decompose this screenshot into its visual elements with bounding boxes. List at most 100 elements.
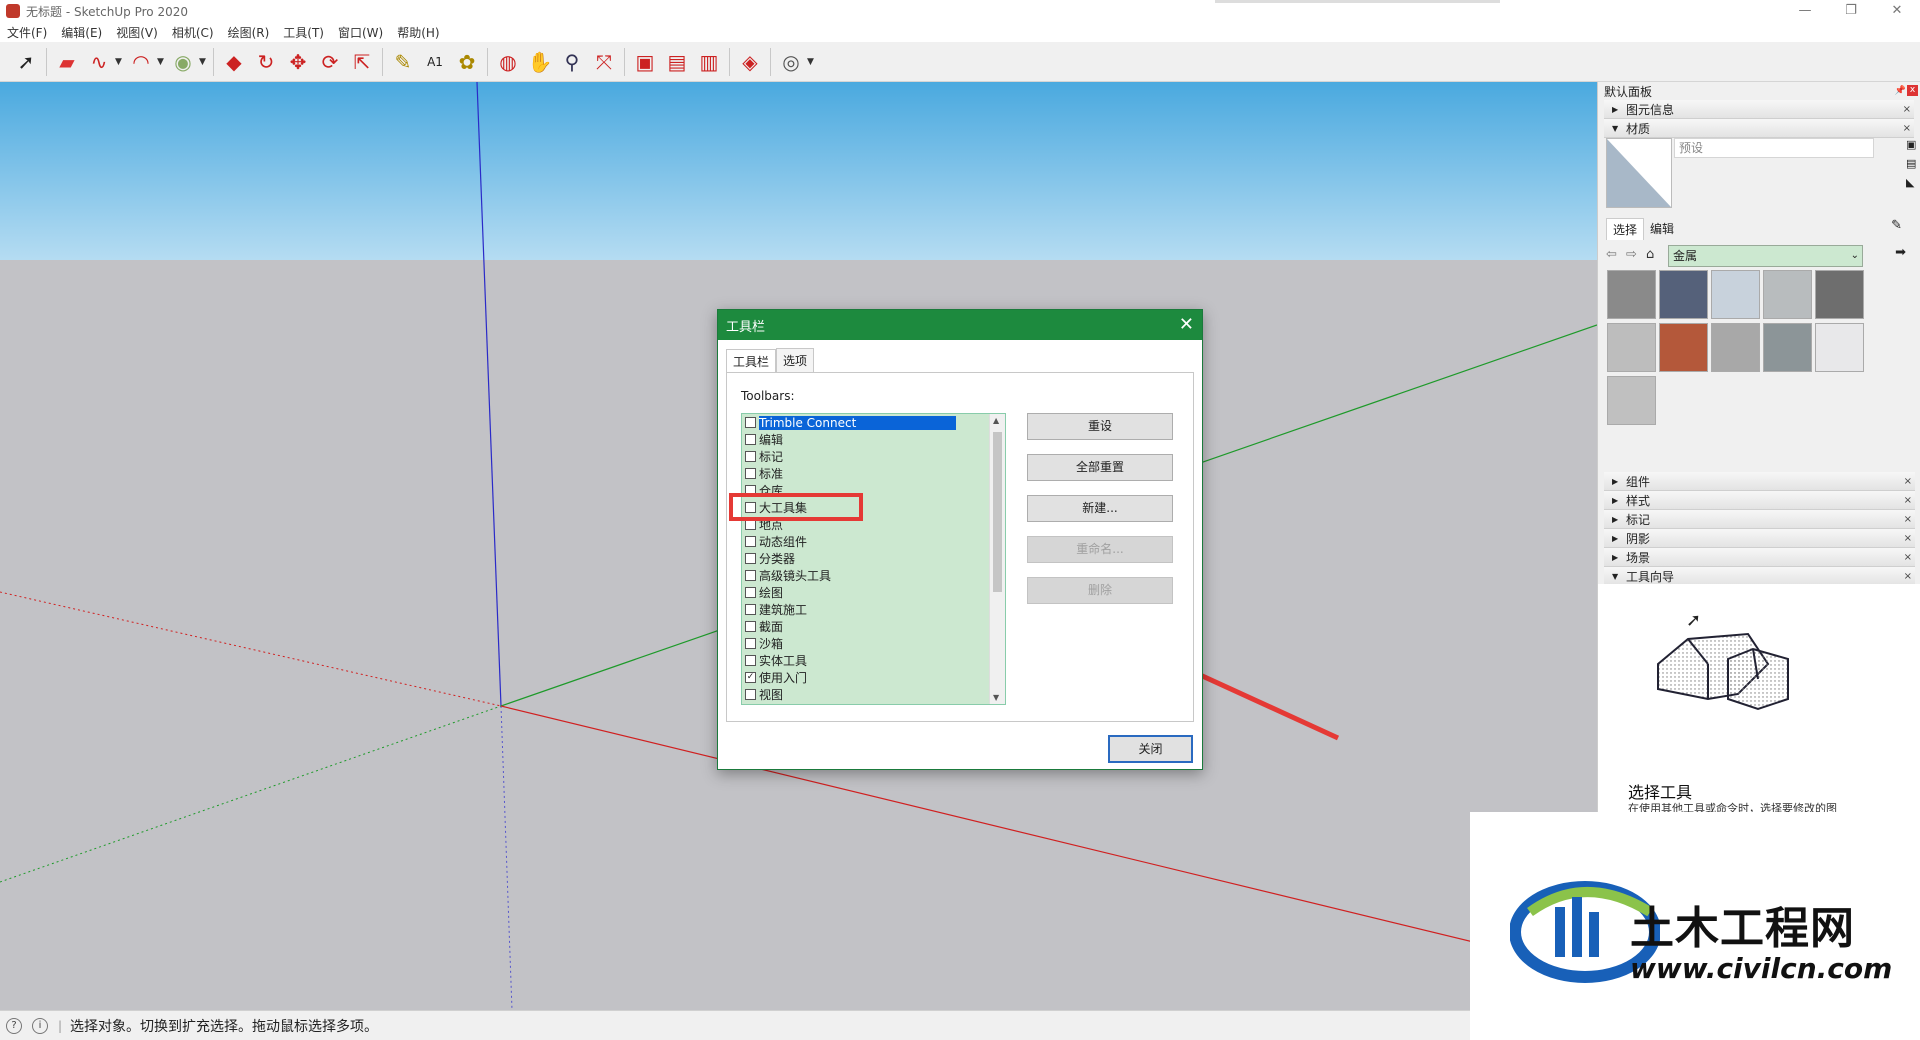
section-close-icon[interactable]: × <box>1904 495 1912 506</box>
toolbar-checkbox[interactable] <box>745 570 756 581</box>
tab-select[interactable]: 选择 <box>1606 218 1645 240</box>
toolbar-checkbox[interactable] <box>745 553 756 564</box>
pushpull-icon[interactable]: ◆ <box>218 46 250 78</box>
toolbar-list-item[interactable]: 标记 <box>742 448 1005 465</box>
section-4[interactable]: ▶ 场景 × <box>1604 548 1915 567</box>
toolbar-checkbox[interactable] <box>745 604 756 615</box>
section-close-icon[interactable]: × <box>1903 123 1911 134</box>
reset-all-button[interactable]: 全部重置 <box>1027 454 1173 481</box>
toolbar-checkbox[interactable] <box>745 638 756 649</box>
material-swatch[interactable] <box>1659 323 1708 372</box>
rename-button[interactable]: 重命名... <box>1027 536 1173 563</box>
material-swatch[interactable] <box>1763 270 1812 319</box>
section-close-icon[interactable]: × <box>1904 552 1912 563</box>
material-preview[interactable] <box>1606 138 1672 208</box>
section-0[interactable]: ▶ 组件 × <box>1604 472 1915 491</box>
scroll-thumb[interactable] <box>993 432 1002 592</box>
close-window-button[interactable]: ✕ <box>1874 0 1920 22</box>
toolbar-list-item[interactable]: 动态组件 <box>742 533 1005 550</box>
account-icon[interactable]: ◎ <box>775 46 807 78</box>
pin-icon[interactable]: 📌 <box>1895 86 1906 96</box>
paint-bucket-icon[interactable]: ✿ <box>451 46 483 78</box>
toolbar-checkbox[interactable] <box>745 655 756 666</box>
menu-window[interactable]: 窗口(W) <box>331 24 390 41</box>
material-swatch[interactable] <box>1711 270 1760 319</box>
freehand-icon[interactable]: ∿ <box>83 46 115 78</box>
menu-edit[interactable]: 编辑(E) <box>54 24 109 41</box>
create-material-icon[interactable]: ▣ <box>1906 138 1920 151</box>
title-search-box[interactable] <box>1215 0 1500 3</box>
new-toolbar-button[interactable]: 新建... <box>1027 495 1173 522</box>
material-swatch[interactable] <box>1815 270 1864 319</box>
section-close-icon[interactable]: × <box>1903 104 1911 115</box>
material-swatch[interactable] <box>1607 376 1656 425</box>
delete-button[interactable]: 删除 <box>1027 577 1173 604</box>
section-close-icon[interactable]: × <box>1904 533 1912 544</box>
orbit-icon[interactable]: ◍ <box>492 46 524 78</box>
list-scrollbar[interactable]: ▲ ▼ <box>989 414 1005 704</box>
section-close-icon[interactable]: × <box>1904 476 1912 487</box>
menu-file[interactable]: 文件(F) <box>0 24 54 41</box>
toolbar-list-item[interactable]: Trimble Connect <box>742 414 1005 431</box>
toolbar-list-item[interactable]: 截面 <box>742 618 1005 635</box>
pan-icon[interactable]: ✋ <box>524 46 556 78</box>
toolbar-checkbox[interactable] <box>745 536 756 547</box>
warehouse-icon[interactable]: ▣ <box>629 46 661 78</box>
section-close-icon[interactable]: × <box>1904 571 1912 582</box>
toolbar-checkbox[interactable] <box>745 689 756 700</box>
dialog-close-icon[interactable]: ✕ <box>1179 314 1194 335</box>
back-icon[interactable]: ⇦ <box>1606 247 1626 262</box>
toolbar-list-item[interactable]: 绘图 <box>742 584 1005 601</box>
section-2[interactable]: ▶ 标记 × <box>1604 510 1915 529</box>
geo-location-icon[interactable]: ? <box>6 1017 22 1034</box>
reset-button[interactable]: 重设 <box>1027 413 1173 440</box>
toolbar-checkbox[interactable] <box>745 451 756 462</box>
select-icon[interactable]: ➚ <box>10 46 42 78</box>
scroll-up-icon[interactable]: ▲ <box>993 416 999 425</box>
toolbars-list[interactable]: Trimble Connect 编辑 标记 标准 仓库 大工具集 地点 动态组件 分类器 高级镜头… <box>741 413 1006 705</box>
layout-icon[interactable]: ▥ <box>693 46 725 78</box>
toolbar-list-item[interactable]: 实体工具 <box>742 652 1005 669</box>
toolbar-list-item[interactable]: 分类器 <box>742 550 1005 567</box>
toolbar-checkbox[interactable]: ✓ <box>745 672 756 683</box>
tab-edit[interactable]: 编辑 <box>1644 218 1680 240</box>
section-3[interactable]: ▶ 阴影 × <box>1604 529 1915 548</box>
eyedropper-icon[interactable]: ✎ <box>1891 218 1902 233</box>
rotate-icon[interactable]: ⟳ <box>314 46 346 78</box>
close-button[interactable]: 关闭 <box>1108 735 1193 763</box>
move-icon[interactable]: ✥ <box>282 46 314 78</box>
material-swatch[interactable] <box>1659 270 1708 319</box>
menu-view[interactable]: 视图(V) <box>109 24 165 41</box>
toolbar-checkbox[interactable] <box>745 434 756 445</box>
library-select[interactable]: 金属 ⌄ <box>1668 245 1863 267</box>
home-icon[interactable]: ⌂ <box>1646 247 1666 262</box>
paint-icon[interactable]: ◉ <box>167 46 199 78</box>
tape-measure-icon[interactable]: ✎ <box>387 46 419 78</box>
toolbar-list-item[interactable]: 标准 <box>742 465 1005 482</box>
material-name-field[interactable]: 预设 <box>1674 138 1874 158</box>
toolbar-checkbox[interactable] <box>745 621 756 632</box>
section-close-icon[interactable]: × <box>1904 514 1912 525</box>
default-material-icon[interactable]: ◣ <box>1906 176 1920 189</box>
paint-dropdown-icon[interactable]: ▼ <box>199 57 209 67</box>
section-materials[interactable]: ▼ 材质 × <box>1604 119 1914 138</box>
arc-icon[interactable]: ◠ <box>125 46 157 78</box>
scroll-down-icon[interactable]: ▼ <box>993 693 999 702</box>
sample-paint-icon[interactable]: ▤ <box>1906 157 1920 170</box>
arc-dropdown-icon[interactable]: ▼ <box>157 57 167 67</box>
forward-icon[interactable]: ⇨ <box>1626 247 1646 262</box>
section-1[interactable]: ▶ 样式 × <box>1604 491 1915 510</box>
tray-close-icon[interactable]: x <box>1907 85 1918 96</box>
minimize-button[interactable]: — <box>1782 0 1828 22</box>
toolbar-list-item[interactable]: 建筑施工 <box>742 601 1005 618</box>
material-swatch[interactable] <box>1815 323 1864 372</box>
toolbar-checkbox[interactable] <box>745 417 756 428</box>
zoom-icon[interactable]: ⚲ <box>556 46 588 78</box>
menu-help[interactable]: 帮助(H) <box>390 24 446 41</box>
material-swatch[interactable] <box>1607 270 1656 319</box>
freehand-dropdown-icon[interactable]: ▼ <box>115 57 125 67</box>
material-swatch[interactable] <box>1607 323 1656 372</box>
restore-button[interactable]: ❐ <box>1828 0 1874 22</box>
section-entity-info[interactable]: ▶ 图元信息 × <box>1604 100 1914 119</box>
info-icon[interactable]: i <box>32 1017 48 1034</box>
